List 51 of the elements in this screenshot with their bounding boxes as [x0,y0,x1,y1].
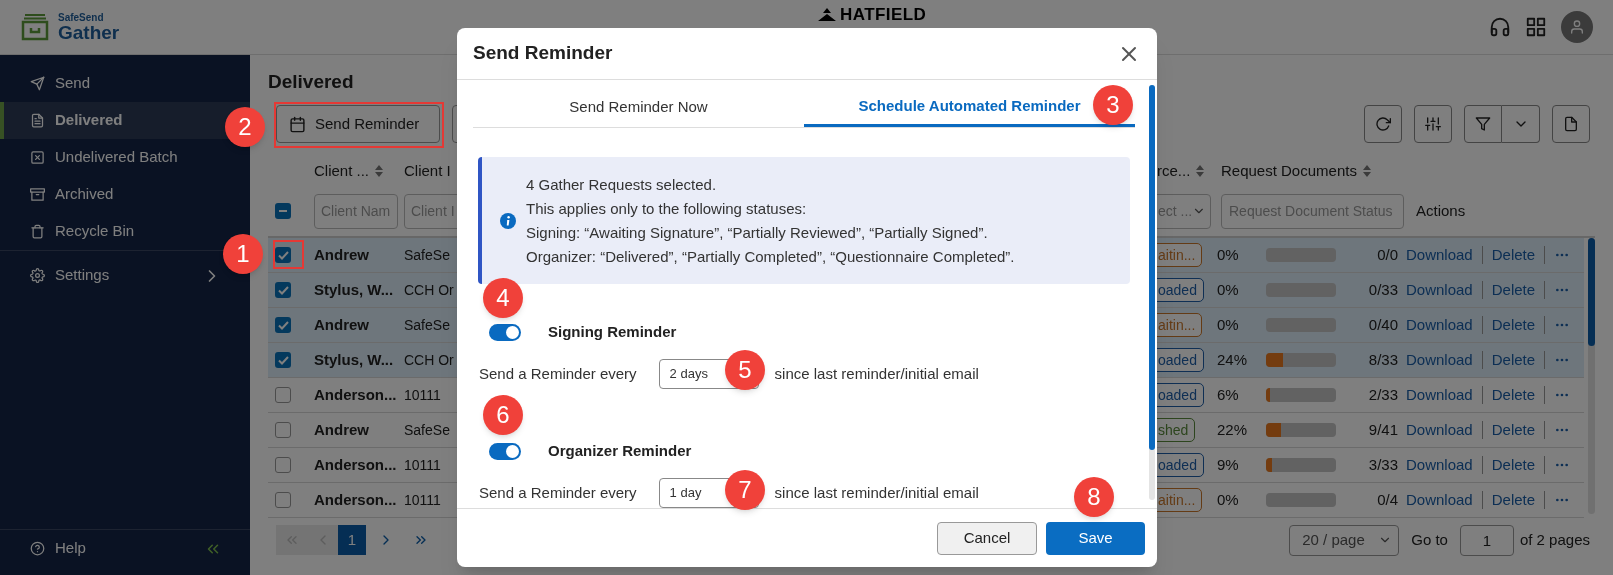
table-cell: Anderson... [314,490,397,508]
modal-title: Send Reminder [473,41,613,66]
reminder-label: since last reminder/initial email [774,482,979,503]
table-cell: Andrew [314,420,369,438]
table-cell: 0/33 [1368,280,1398,298]
info-text: 4 Gather Requests selected. [526,174,718,195]
table-cell: 10111 [404,491,441,508]
callout-badge: 2 [225,107,265,147]
table-cell: SafeSe [404,246,450,263]
page-total: of 2 pages [1519,529,1590,550]
table-cell: Anderson... [314,385,397,403]
table-cell: 0/40 [1368,315,1398,333]
table-cell: Andrew [314,245,369,263]
table-cell: CCH Or [404,351,454,368]
logo-subtitle: SafeSend [58,12,105,23]
reminder-label: Send a Reminder every [479,363,637,384]
table-cell: 9/41 [1368,420,1398,438]
table-cell: 2/33 [1368,385,1398,403]
org-name: HATFIELD [840,6,927,24]
table-cell: SafeSe [404,316,450,333]
table-cell: 22% [1217,420,1248,438]
table-cell: 10111 [404,456,441,473]
info-text: Organizer: “Delivered”, “Partially Completed”, “Questionnaire Completed”. [526,246,1015,267]
callout-badge: 1 [223,234,263,274]
table-cell: SafeSe [404,421,450,438]
table-cell: CCH Or [404,281,454,298]
table-cell: 24% [1217,350,1248,368]
table-cell: Andrew [314,315,369,333]
table-cell: 0% [1217,490,1239,508]
reminder-label: Send a Reminder every [479,482,637,503]
table-cell: Stylus, W... [314,280,394,298]
goto-label: Go to [1411,529,1448,550]
reminder-label: since last reminder/initial email [774,363,979,384]
table-cell: Stylus, W... [314,350,394,368]
table-cell: 3/33 [1368,455,1398,473]
reminder-title: Signing Reminder [548,321,677,342]
reminder-title: Organizer Reminder [548,440,692,461]
table-cell: 0/0 [1377,245,1398,263]
column-header: Actions [1416,200,1466,221]
table-cell: 10111 [404,386,441,403]
table-cell: 9% [1217,455,1239,473]
table-cell: 8/33 [1368,350,1398,368]
table-cell: Anderson... [314,455,397,473]
table-cell: 0% [1217,280,1239,298]
page-title: Delivered [268,69,355,94]
table-cell: 6% [1217,385,1239,403]
info-text: This applies only to the following statuses: [526,198,808,219]
logo-title: Gather [58,22,120,42]
table-cell: 0% [1217,245,1239,263]
table-cell: 0/4 [1377,490,1398,508]
table-cell: 0% [1217,315,1239,333]
